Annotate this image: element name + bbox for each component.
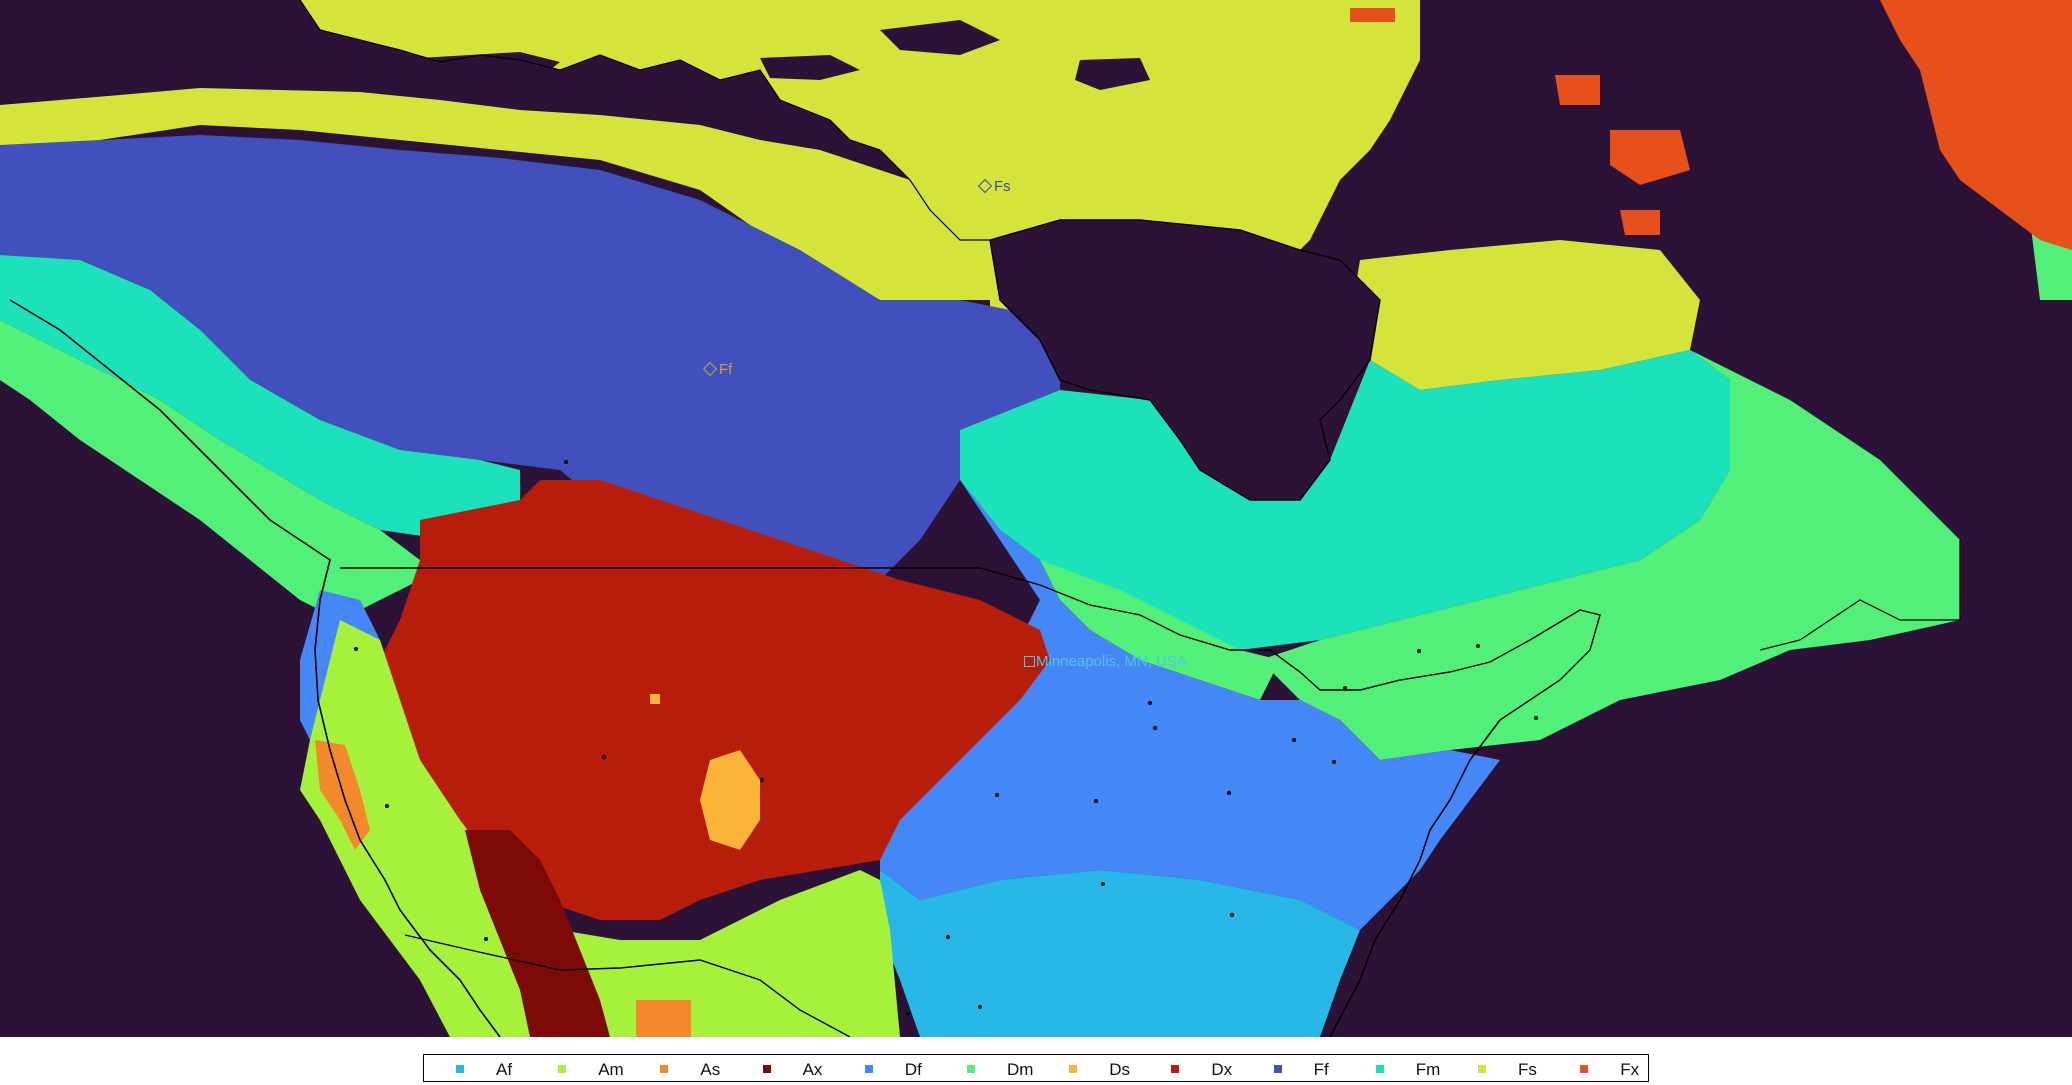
- diamond-marker-icon: [702, 361, 718, 377]
- climate-map[interactable]: [0, 0, 2072, 1037]
- legend-label: Dm: [1007, 1060, 1034, 1079]
- legend-swatch: [1273, 1065, 1282, 1073]
- legend-swatch: [1478, 1065, 1486, 1073]
- minneapolis-marker[interactable]: Minneapolis, MN, USA: [1024, 654, 1187, 669]
- legend-swatch: [558, 1065, 567, 1073]
- legend-swatch: [864, 1065, 873, 1073]
- minneapolis-label: Minneapolis, MN, USA: [1036, 653, 1187, 670]
- legend: Af Am As Ax Df Dm Ds Dx Ff Fm Fs Fx: [423, 1054, 1649, 1082]
- legend-label: Fx: [1620, 1060, 1640, 1079]
- zone-as-south: [636, 1000, 691, 1037]
- legend-label: Fs: [1518, 1060, 1537, 1079]
- square-marker-icon: [1024, 656, 1035, 667]
- fs-region-label: Fs: [994, 178, 1011, 195]
- legend-swatch: [1171, 1065, 1180, 1073]
- legend-swatch: [762, 1065, 771, 1073]
- legend-swatch: [1375, 1065, 1384, 1073]
- legend-item-dm: Dm: [935, 1055, 1037, 1083]
- diamond-marker-icon: [977, 178, 993, 194]
- legend-item-fm: Fm: [1344, 1055, 1446, 1083]
- legend-label: Dx: [1211, 1060, 1233, 1079]
- legend-item-fs: Fs: [1446, 1055, 1548, 1083]
- legend-label: Ds: [1109, 1060, 1130, 1079]
- legend-item-df: Df: [833, 1055, 935, 1083]
- legend-swatch: [1069, 1065, 1078, 1073]
- legend-label: Fm: [1415, 1060, 1441, 1079]
- legend-item-ds: Ds: [1037, 1055, 1139, 1083]
- legend-item-fx: Fx: [1548, 1055, 1650, 1083]
- legend-swatch: [1580, 1065, 1589, 1073]
- fs-region-marker[interactable]: Fs: [977, 178, 1011, 195]
- legend-item-dx: Dx: [1139, 1055, 1241, 1083]
- legend-label: Af: [496, 1060, 513, 1079]
- legend-item-af: Af: [424, 1055, 526, 1083]
- legend-item-am: Am: [526, 1055, 628, 1083]
- legend-label: Am: [598, 1060, 624, 1079]
- legend-item-ff: Ff: [1242, 1055, 1344, 1083]
- zone-ds-spot: [650, 694, 660, 704]
- legend-label: Ax: [802, 1060, 823, 1079]
- ff-region-label: Ff: [719, 361, 733, 378]
- legend-label: Df: [904, 1060, 922, 1079]
- legend-swatch: [967, 1065, 975, 1073]
- legend-label: As: [700, 1060, 721, 1079]
- legend-swatch: [660, 1065, 669, 1073]
- legend-swatch: [456, 1065, 464, 1073]
- legend-item-ax: Ax: [731, 1055, 833, 1083]
- legend-label: Ff: [1313, 1060, 1329, 1079]
- legend-item-as: As: [628, 1055, 730, 1083]
- ff-region-marker[interactable]: Ff: [702, 361, 733, 378]
